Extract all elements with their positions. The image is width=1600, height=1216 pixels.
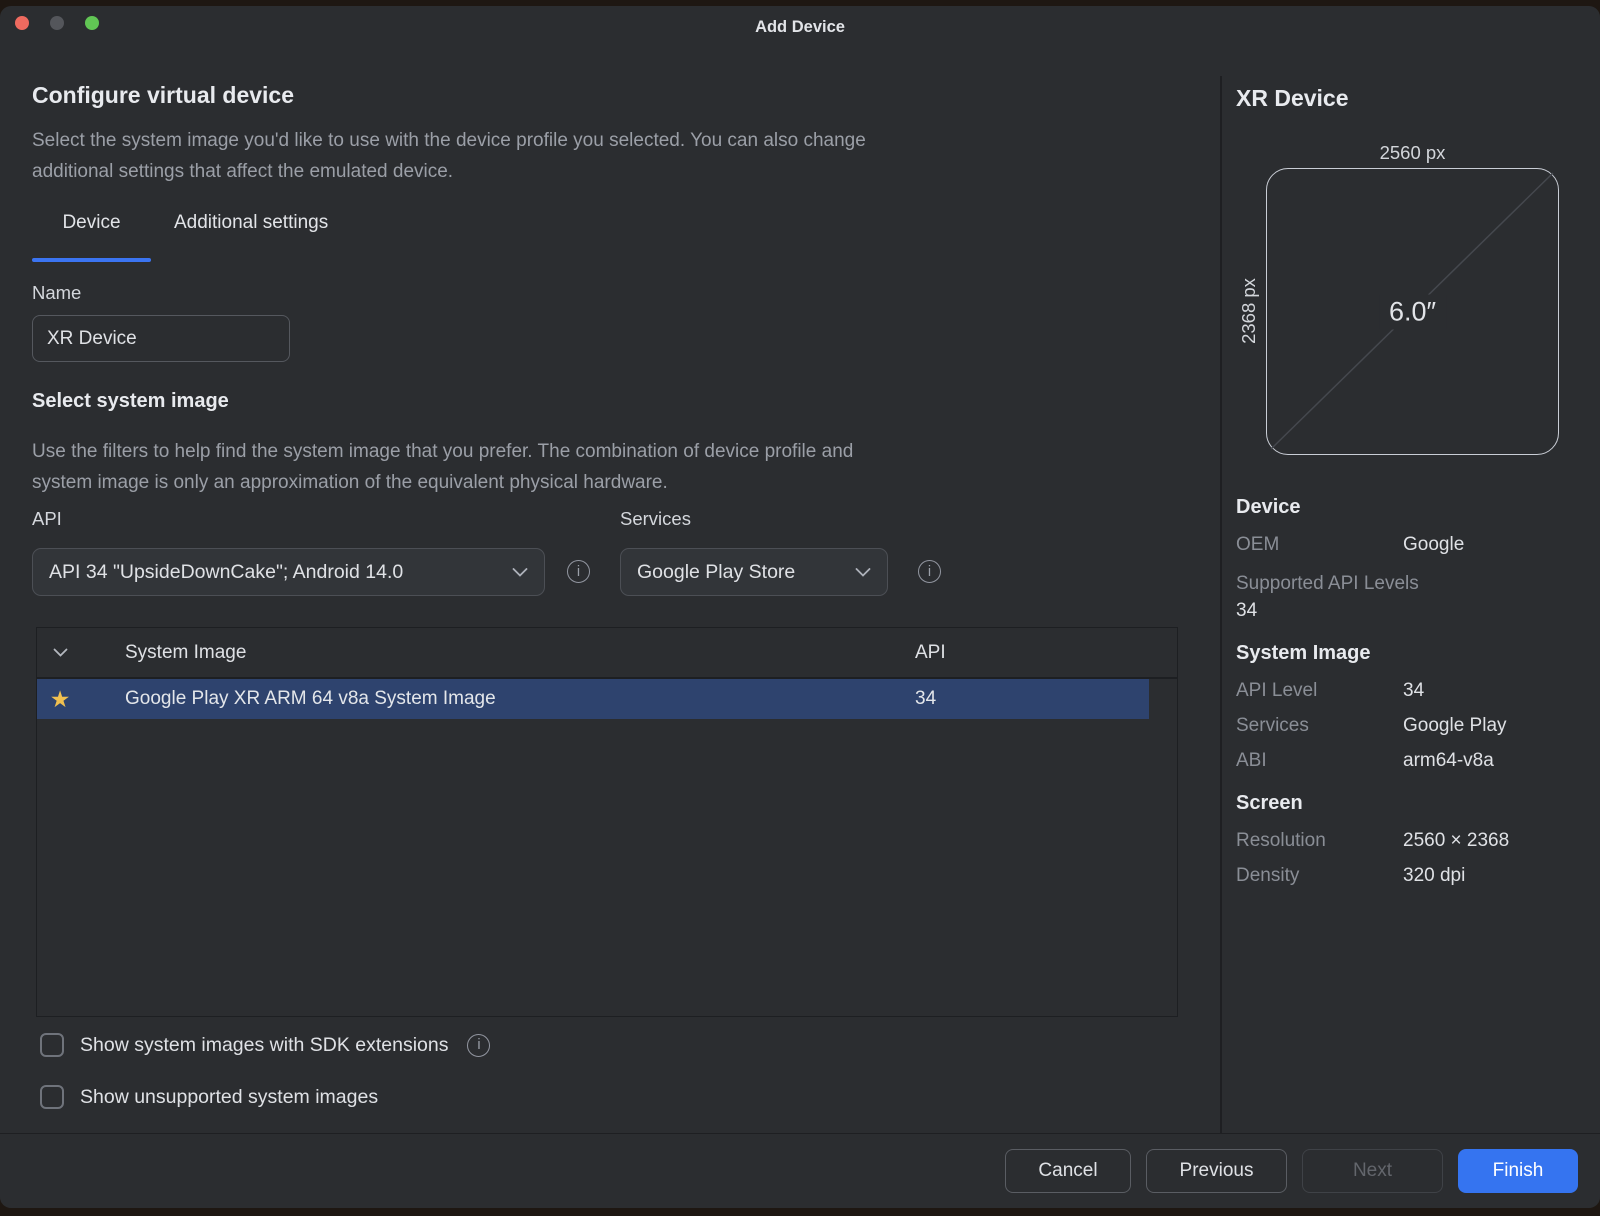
column-header-api[interactable]: API (915, 642, 1177, 664)
add-device-dialog: Add Device Configure virtual device Sele… (0, 6, 1600, 1208)
oem-row: OEM Google (1236, 532, 1582, 558)
dialog-footer: Cancel Previous Next Finish (0, 1133, 1600, 1208)
tab-bar: Device Additional settings (32, 212, 328, 262)
screen-section-heading: Screen (1236, 790, 1582, 816)
sdk-extensions-checkbox[interactable] (40, 1033, 64, 1057)
system-image-row-selected[interactable]: ★ Google Play XR ARM 64 v8a System Image… (37, 679, 1149, 719)
favorite-star-icon: ★ (50, 688, 71, 711)
device-details-panel: Device OEM Google Supported API Levels 3… (1236, 494, 1582, 898)
sdk-extensions-checkbox-row: Show system images with SDK extensions i (40, 1033, 490, 1057)
page-description: Select the system image you'd like to us… (32, 125, 866, 187)
tab-device[interactable]: Device (32, 212, 151, 262)
window-title: Add Device (0, 18, 1600, 37)
collapse-group-button[interactable] (37, 648, 125, 657)
unsupported-images-checkbox-row: Show unsupported system images (40, 1085, 378, 1109)
finish-button[interactable]: Finish (1458, 1149, 1578, 1193)
supported-api-value: 34 (1236, 598, 1582, 624)
name-label: Name (32, 282, 81, 304)
chevron-down-icon (512, 568, 528, 577)
sdk-extensions-label: Show system images with SDK extensions (80, 1034, 448, 1057)
table-header: System Image API (37, 628, 1177, 679)
title-bar: Add Device (0, 6, 1600, 52)
column-header-system-image[interactable]: System Image (125, 642, 915, 664)
density-row: Density 320 dpi (1236, 863, 1582, 889)
screen-diagonal-size: 6.0″ (1379, 294, 1446, 329)
active-tab-indicator (32, 258, 151, 263)
system-image-description: Use the filters to help find the system … (32, 436, 853, 498)
api-dropdown[interactable]: API 34 "UpsideDownCake"; Android 14.0 (32, 548, 545, 596)
tab-additional-settings[interactable]: Additional settings (174, 212, 328, 262)
services-dropdown[interactable]: Google Play Store (620, 548, 888, 596)
sdk-extensions-info-icon[interactable]: i (467, 1034, 490, 1057)
abi-row: ABI arm64-v8a (1236, 748, 1582, 774)
system-image-section-heading: System Image (1236, 640, 1582, 666)
screen-height-label: 2368 px (1238, 251, 1264, 371)
system-image-name: Google Play XR ARM 64 v8a System Image (125, 688, 915, 710)
services-filter-label: Services (620, 508, 691, 530)
api-level-row: API Level 34 (1236, 678, 1582, 704)
api-info-icon[interactable]: i (567, 560, 590, 583)
previous-button[interactable]: Previous (1146, 1149, 1287, 1193)
api-dropdown-value: API 34 "UpsideDownCake"; Android 14.0 (49, 561, 403, 584)
api-filter-label: API (32, 508, 62, 530)
resolution-row: Resolution 2560 × 2368 (1236, 828, 1582, 854)
device-name-input[interactable] (32, 315, 290, 362)
services-row: Services Google Play (1236, 713, 1582, 739)
unsupported-images-checkbox[interactable] (40, 1085, 64, 1109)
supported-api-label: Supported API Levels (1236, 571, 1582, 597)
system-image-api: 34 (915, 688, 1149, 710)
chevron-down-icon (855, 568, 871, 577)
system-image-table: System Image API ★ Google Play XR ARM 64… (36, 627, 1178, 1017)
unsupported-images-label: Show unsupported system images (80, 1086, 378, 1109)
page-title: Configure virtual device (32, 82, 294, 109)
device-section-heading: Device (1236, 494, 1582, 520)
screen-width-label: 2560 px (1266, 142, 1559, 164)
vertical-divider (1220, 76, 1222, 1133)
select-system-image-heading: Select system image (32, 390, 229, 413)
cancel-button[interactable]: Cancel (1005, 1149, 1131, 1193)
services-dropdown-value: Google Play Store (637, 561, 795, 584)
screen-diagram: 6.0″ (1266, 168, 1559, 455)
star-cell[interactable]: ★ (37, 688, 125, 711)
next-button: Next (1302, 1149, 1443, 1193)
services-info-icon[interactable]: i (918, 560, 941, 583)
device-preview-title: XR Device (1236, 85, 1349, 112)
chevron-down-icon (53, 648, 68, 657)
